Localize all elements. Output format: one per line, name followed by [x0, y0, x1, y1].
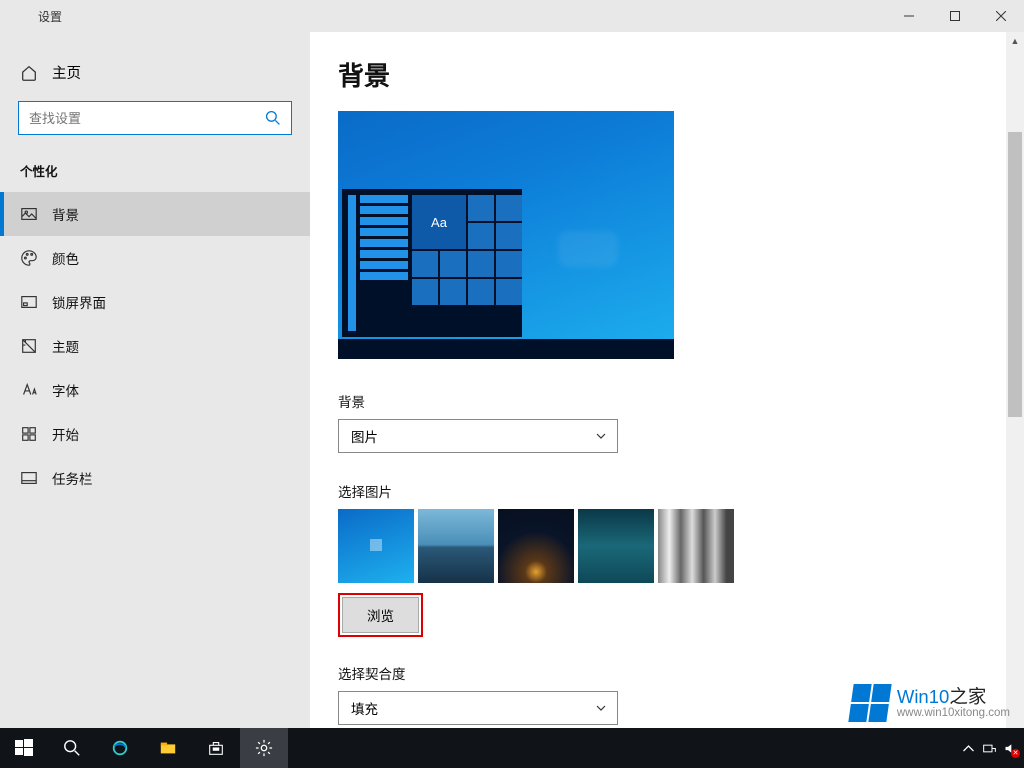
chevron-down-icon [595, 702, 607, 714]
sidebar-item-label: 锁屏界面 [52, 292, 106, 312]
taskbar-icon [20, 469, 38, 487]
sidebar: 主页 个性化 背景 颜色 锁屏界面 [0, 32, 310, 768]
search-button[interactable] [48, 728, 96, 768]
background-dropdown[interactable]: 图片 [338, 419, 618, 453]
thumbnail-4[interactable] [578, 509, 654, 583]
sidebar-item-label: 主题 [52, 336, 79, 356]
edge-button[interactable] [96, 728, 144, 768]
taskbar: ✕ [0, 728, 1024, 768]
window-title: 设置 [0, 8, 62, 25]
sidebar-item-label: 背景 [52, 204, 79, 224]
store-button[interactable] [192, 728, 240, 768]
sidebar-item-colors[interactable]: 颜色 [0, 236, 310, 280]
dropdown-value: 填充 [351, 698, 378, 718]
start-icon [20, 425, 38, 443]
sidebar-item-taskbar[interactable]: 任务栏 [0, 456, 310, 500]
fit-dropdown[interactable]: 填充 [338, 691, 618, 725]
themes-icon [20, 337, 38, 355]
titlebar: 设置 [0, 0, 1024, 32]
preview-start-menu: Aa [342, 189, 522, 337]
search-icon [265, 110, 281, 126]
background-preview: Aa [338, 111, 674, 359]
page-title: 背景 [338, 56, 1024, 93]
image-icon [20, 205, 38, 223]
sidebar-item-label: 开始 [52, 424, 79, 444]
close-button[interactable] [978, 0, 1024, 32]
home-icon [20, 64, 38, 82]
scroll-thumb[interactable] [1008, 132, 1022, 417]
palette-icon [20, 249, 38, 267]
thumbnail-3[interactable] [498, 509, 574, 583]
search-field[interactable] [29, 111, 265, 126]
home-button[interactable]: 主页 [0, 54, 310, 91]
scroll-up-icon[interactable]: ▲ [1006, 32, 1024, 50]
volume-icon[interactable]: ✕ [1003, 741, 1018, 756]
sidebar-item-themes[interactable]: 主题 [0, 324, 310, 368]
sidebar-item-fonts[interactable]: 字体 [0, 368, 310, 412]
settings-button[interactable] [240, 728, 288, 768]
minimize-button[interactable] [886, 0, 932, 32]
preview-tile: Aa [412, 195, 466, 249]
search-input[interactable] [18, 101, 292, 135]
choose-image-label: 选择图片 [338, 481, 1024, 501]
category-label: 个性化 [0, 155, 310, 192]
dropdown-value: 图片 [351, 426, 378, 446]
start-button[interactable] [0, 728, 48, 768]
sidebar-item-label: 颜色 [52, 248, 79, 268]
sidebar-item-lockscreen[interactable]: 锁屏界面 [0, 280, 310, 324]
highlight-annotation: 浏览 [338, 593, 423, 637]
network-icon[interactable] [982, 741, 997, 756]
fit-label: 选择契合度 [338, 663, 1024, 683]
thumbnail-2[interactable] [418, 509, 494, 583]
thumbnail-5[interactable] [658, 509, 734, 583]
fonts-icon [20, 381, 38, 399]
scrollbar[interactable]: ▲ ▼ [1006, 32, 1024, 768]
home-label: 主页 [52, 62, 81, 83]
main-content: 背景 Aa 背景 图片 [310, 32, 1024, 768]
explorer-button[interactable] [144, 728, 192, 768]
sidebar-item-label: 任务栏 [52, 468, 93, 488]
sidebar-item-label: 字体 [52, 380, 79, 400]
image-thumbnails [338, 509, 1024, 583]
browse-button[interactable]: 浏览 [342, 597, 419, 633]
sidebar-item-start[interactable]: 开始 [0, 412, 310, 456]
thumbnail-1[interactable] [338, 509, 414, 583]
sidebar-item-background[interactable]: 背景 [0, 192, 310, 236]
lockscreen-icon [20, 293, 38, 311]
tray-expand-button[interactable] [961, 741, 976, 756]
background-label: 背景 [338, 391, 1024, 411]
maximize-button[interactable] [932, 0, 978, 32]
chevron-down-icon [595, 430, 607, 442]
